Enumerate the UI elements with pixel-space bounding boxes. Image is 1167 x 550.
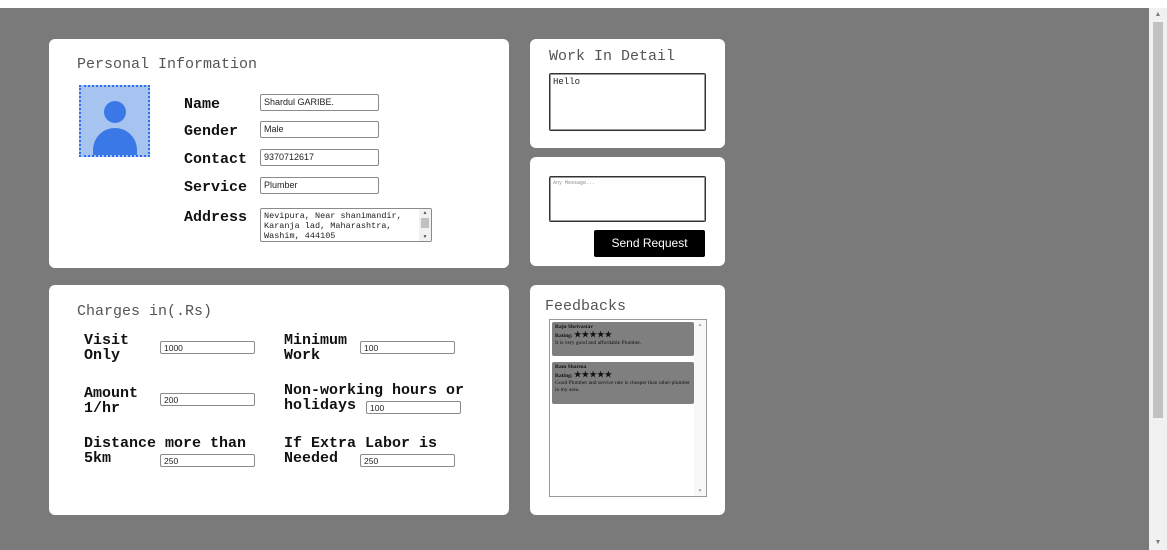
address-text: Nevipura, Near shanimandir, Karanja lad,…	[264, 211, 402, 241]
feedback-rating: Rating: ★★★★★	[555, 370, 613, 380]
scroll-up-icon[interactable]: ▲	[1149, 8, 1167, 22]
work-detail-title: Work In Detail	[549, 48, 676, 65]
gender-field[interactable]: Male	[260, 121, 379, 138]
scrollbar-thumb[interactable]	[1153, 22, 1163, 418]
address-label: Address	[184, 209, 248, 226]
address-textarea[interactable]: Nevipura, Near shanimandir, Karanja lad,…	[260, 208, 432, 242]
page-scrollbar[interactable]: ▲ ▼	[1149, 8, 1167, 550]
scroll-down-icon[interactable]: ▼	[1149, 536, 1167, 550]
feedback-rating: Rating: ★★★★★	[555, 330, 613, 340]
scroll-down-icon[interactable]: ▼	[694, 486, 706, 496]
amount-per-hour-label: Amount 1/hr	[84, 385, 139, 417]
contact-label: Contact	[184, 151, 248, 168]
charges-title: Charges in(.Rs)	[77, 303, 213, 320]
feedback-list[interactable]: Raju Shrivastav Rating: ★★★★★ It is very…	[549, 319, 707, 497]
distance-input[interactable]: 250	[160, 454, 255, 467]
feedbacks-title: Feedbacks	[545, 298, 627, 315]
message-card: Any Message... Send Request	[530, 157, 725, 266]
name-field[interactable]: Shardul GARIBE.	[260, 94, 379, 111]
service-label: Service	[184, 179, 248, 196]
extra-labor-input[interactable]: 250	[360, 454, 455, 467]
contact-field[interactable]: 9370712617	[260, 149, 379, 166]
non-working-hours-input[interactable]: 100	[366, 401, 461, 414]
work-detail-textarea[interactable]: Hello	[549, 73, 706, 131]
feedback-item: Raju Shrivastav Rating: ★★★★★ It is very…	[552, 322, 694, 356]
message-textarea[interactable]: Any Message...	[549, 176, 706, 222]
personal-information-title: Personal Information	[77, 56, 258, 73]
send-request-button[interactable]: Send Request	[594, 230, 705, 257]
scroll-down-icon[interactable]: ▼	[419, 233, 431, 241]
user-avatar-icon	[79, 85, 150, 157]
message-placeholder: Any Message...	[553, 180, 596, 186]
visit-only-input[interactable]: 1000	[160, 341, 255, 354]
visit-only-label: Visit Only	[84, 332, 130, 364]
feedbacks-card: Feedbacks Raju Shrivastav Rating: ★★★★★ …	[530, 285, 725, 515]
name-label: Name	[184, 96, 221, 113]
minimum-work-label: Minimum Work	[284, 332, 348, 364]
address-scrollbar[interactable]: ▲ ▼	[419, 209, 431, 241]
star-rating-icon: ★★★★★	[574, 330, 613, 339]
feedback-comment: Good Plumber and service rate is cheaper…	[555, 380, 690, 393]
top-strip	[0, 0, 1167, 8]
personal-information-card: Personal Information Name Shardul GARIBE…	[49, 39, 509, 268]
scroll-up-icon[interactable]: ▲	[419, 209, 431, 217]
feedback-scrollbar[interactable]: ▲ ▼	[694, 320, 706, 496]
charges-card: Charges in(.Rs) Visit Only 1000 Minimum …	[49, 285, 509, 515]
feedback-comment: It is very good and affordable Plumber.	[555, 340, 642, 346]
service-field[interactable]: Plumber	[260, 177, 379, 194]
minimum-work-input[interactable]: 100	[360, 341, 455, 354]
amount-per-hour-input[interactable]: 200	[160, 393, 255, 406]
star-rating-icon: ★★★★★	[574, 370, 613, 379]
work-detail-card: Work In Detail Hello	[530, 39, 725, 148]
scroll-up-icon[interactable]: ▲	[694, 320, 706, 330]
feedback-item: Ram Sharma Rating: ★★★★★ Good Plumber an…	[552, 362, 694, 404]
gender-label: Gender	[184, 123, 239, 140]
